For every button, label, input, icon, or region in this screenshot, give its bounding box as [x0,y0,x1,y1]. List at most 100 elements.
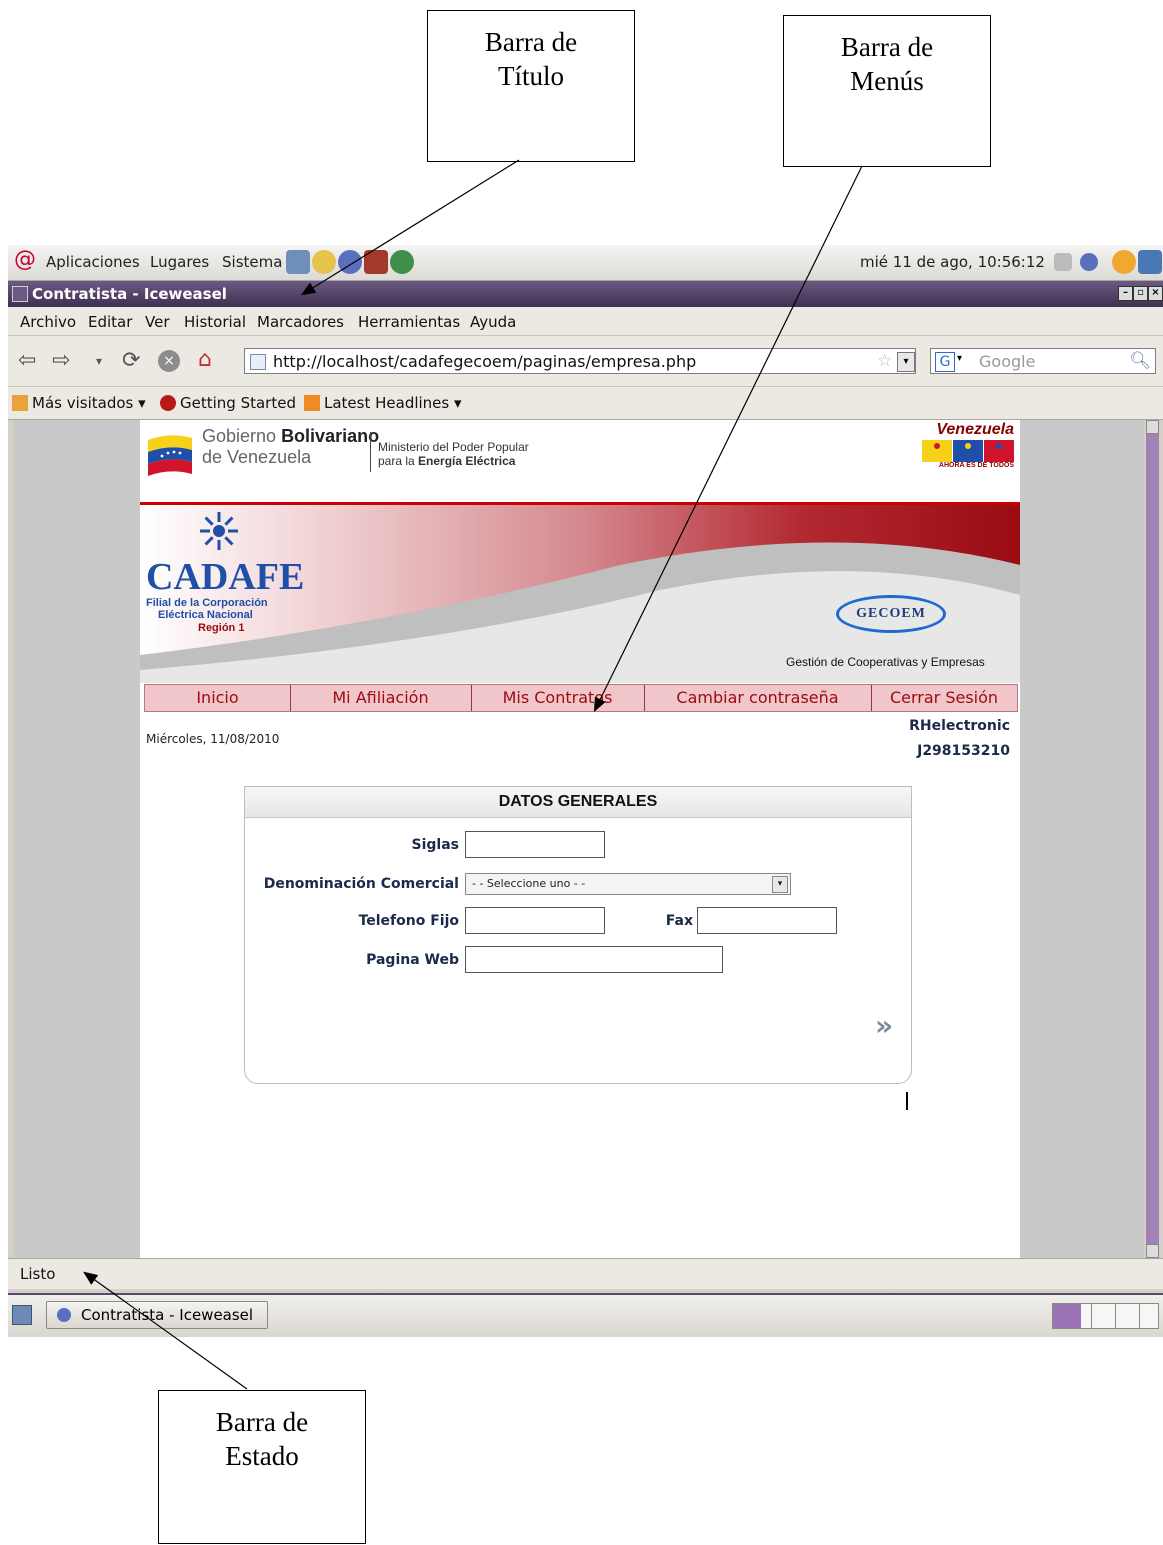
bookmark-most-visited[interactable]: Más visitados ▾ [32,394,146,412]
callout-text-line2: Menús [850,66,924,96]
search-bar[interactable]: G ▾ Google 🔍︎ [930,348,1156,374]
cadafe-sun-logo-icon [200,512,238,550]
update-notifier-icon[interactable] [1112,250,1136,274]
search-engine-icon[interactable]: G [935,352,955,372]
callout-text-line2: Estado [225,1441,299,1471]
workspace-switcher[interactable] [1052,1303,1159,1329]
ministry-name-2: para la Energía Eléctrica [378,454,516,468]
nav-mis-contratos[interactable]: Mis Contratos [471,685,645,711]
header-divider [370,432,371,472]
menu-archivo[interactable]: Archivo [20,313,76,331]
workspace-divider [1091,1304,1092,1328]
volume-icon[interactable] [1054,253,1072,271]
page-icon [250,354,266,370]
taskbar-window-button[interactable]: Contratista - Iceweasel [46,1301,268,1329]
scroll-down-icon[interactable] [1146,1244,1159,1258]
pagina-web-input[interactable] [465,946,723,973]
menu-ver[interactable]: Ver [145,313,170,331]
fax-input[interactable] [697,907,837,934]
workspace-divider [1115,1304,1116,1328]
gecoem-logo: GECOEM [836,595,946,633]
scroll-up-icon[interactable] [1146,420,1159,434]
callout-text-line1: Barra de [840,32,934,62]
menu-bar-callout: Barra de Menús [783,15,991,167]
search-icon[interactable]: 🔍︎ [1129,351,1151,371]
launcher-icon[interactable] [364,250,388,274]
launcher-icon[interactable] [286,250,310,274]
clock[interactable]: mié 11 de ago, 10:56:12 [860,253,1045,271]
bookmarks-toolbar: Más visitados ▾ Getting Started Latest H… [8,386,1163,420]
web-page: Gobierno Bolivariano de Venezuela Minist… [140,420,1020,1258]
maximize-button[interactable]: ▫ [1133,286,1148,301]
nav-mi-afiliacion[interactable]: Mi Afiliación [290,685,472,711]
telefono-input[interactable] [465,907,605,934]
window-menu-icon[interactable] [12,286,28,302]
network-icon[interactable] [1080,253,1098,271]
nav-inicio[interactable]: Inicio [145,685,291,711]
denominacion-label: Denominación Comercial [263,876,459,892]
home-icon[interactable]: ⌂ [198,348,222,372]
browser-status-bar: Listo [8,1258,1163,1289]
back-icon[interactable]: ⇦ [18,348,36,373]
browser-launcher-icon[interactable] [338,250,362,274]
cadafe-subtitle: Filial de la Corporación [146,597,268,609]
globe-icon[interactable] [390,250,414,274]
current-date: Miércoles, 11/08/2010 [146,732,280,746]
workspace-1[interactable] [1053,1304,1081,1328]
forward-icon[interactable]: ⇨ [52,348,70,373]
close-button[interactable]: × [1148,286,1163,301]
cadafe-region: Región 1 [198,622,245,634]
show-desktop-icon[interactable] [12,1305,32,1325]
callout-text-line2: Título [498,61,564,91]
places-menu[interactable]: Lugares [150,253,209,271]
bookmark-getting-started[interactable]: Getting Started [180,394,296,412]
ministry-name: Ministerio del Poder Popular [378,440,529,454]
engine-dropdown-icon[interactable]: ▾ [957,353,962,364]
title-bar-callout: Barra de Título [427,10,635,162]
menu-historial[interactable]: Historial [184,313,246,331]
navigation-toolbar: ⇦ ⇨ ▾ ⟳ × ⌂ http://localhost/cadafegecoe… [8,335,1163,386]
system-menu[interactable]: Sistema [222,253,282,271]
bookmark-latest-headlines[interactable]: Latest Headlines ▾ [324,394,462,412]
bookmark-star-icon[interactable]: ☆ [877,351,892,371]
iceweasel-icon [57,1308,71,1322]
menu-marcadores[interactable]: Marcadores [257,313,344,331]
callout-text-line1: Barra de [484,27,578,57]
menu-ayuda[interactable]: Ayuda [470,313,516,331]
chevron-down-icon[interactable]: ▾ [772,876,788,893]
siglas-input[interactable] [465,831,605,858]
minimize-button[interactable]: – [1118,286,1133,301]
stop-icon[interactable]: × [158,350,180,372]
launcher-icon[interactable] [312,250,336,274]
nav-cerrar-sesion[interactable]: Cerrar Sesión [871,685,1017,711]
callout-text-line1: Barra de [215,1407,309,1437]
user-name: RHelectronic [909,718,1010,734]
general-data-form: DATOS GENERALES Siglas Denominación Come… [244,786,912,1084]
next-arrow-icon[interactable]: » [875,1009,893,1042]
url-dropdown-icon[interactable]: ▾ [897,352,915,372]
denominacion-select[interactable]: - - Seleccione uno - - ▾ [465,873,791,895]
debian-swirl-icon[interactable]: @ [14,249,36,271]
cadafe-brand: CADAFE [146,556,305,598]
menu-editar[interactable]: Editar [88,313,132,331]
firefox-icon [160,395,176,411]
applications-menu[interactable]: Aplicaciones [46,253,140,271]
window-title-bar[interactable]: Contratista - Iceweasel – ▫ × [8,281,1163,307]
nav-cambiar-contrasena[interactable]: Cambiar contraseña [644,685,872,711]
siglas-label: Siglas [411,837,459,853]
vertical-scrollbar[interactable] [1146,420,1159,1258]
fax-label: Fax [665,913,693,929]
history-dropdown-icon[interactable]: ▾ [96,354,102,368]
taskbar-window-title: Contratista - Iceweasel [81,1306,254,1324]
cadafe-banner: CADAFE Filial de la Corporación Eléctric… [140,505,1020,683]
cadafe-subtitle-2: Eléctrica Nacional [158,609,253,621]
pagina-web-label: Pagina Web [366,952,459,968]
menu-herramientas[interactable]: Herramientas [358,313,460,331]
workspace-divider [1139,1304,1140,1328]
reload-icon[interactable]: ⟳ [122,348,140,373]
status-bar-callout: Barra de Estado [158,1390,366,1544]
gnome-top-panel: @ Aplicaciones Lugares Sistema mié 11 de… [8,245,1163,281]
show-desktop-icon[interactable] [1138,250,1162,274]
desktop-screenshot: @ Aplicaciones Lugares Sistema mié 11 de… [8,245,1163,1337]
url-bar[interactable]: http://localhost/cadafegecoem/paginas/em… [244,348,916,374]
